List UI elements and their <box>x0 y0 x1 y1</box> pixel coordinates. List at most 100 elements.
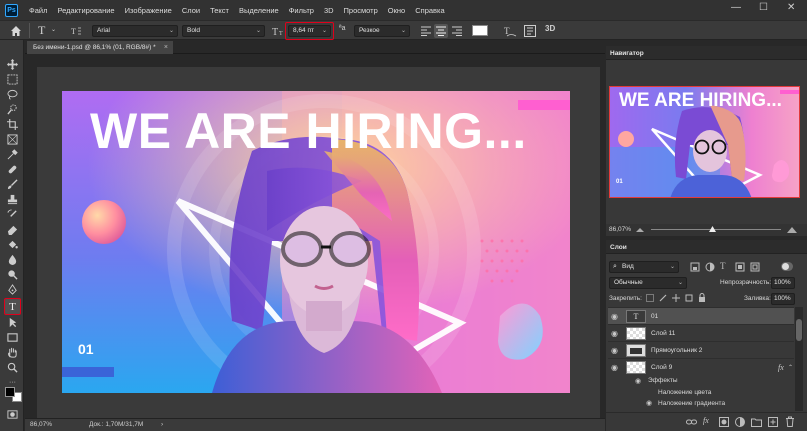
new-layer-icon[interactable] <box>768 417 778 427</box>
menu-select[interactable]: Выделение <box>234 6 284 15</box>
filter-shape-icon[interactable] <box>735 262 745 272</box>
menu-edit[interactable]: Редактирование <box>52 6 119 15</box>
opacity-input[interactable]: 100% <box>771 277 795 289</box>
align-right-icon[interactable] <box>452 26 462 36</box>
filter-adjustment-icon[interactable] <box>705 262 715 272</box>
quick-mask-button[interactable] <box>6 408 19 421</box>
crop-tool[interactable] <box>6 118 19 131</box>
menu-3d[interactable]: 3D <box>319 6 339 15</box>
effects-row[interactable]: ◉ Эффекты <box>608 376 794 388</box>
zoom-level[interactable]: 86,07% <box>30 419 52 431</box>
maximize-button[interactable]: ☐ <box>759 2 768 13</box>
zoom-tool[interactable] <box>6 361 19 374</box>
dodge-tool[interactable] <box>6 268 19 281</box>
new-group-icon[interactable] <box>751 417 762 427</box>
move-tool[interactable] <box>6 58 19 71</box>
menu-filter[interactable]: Фильтр <box>284 6 319 15</box>
lock-position-icon[interactable] <box>672 294 680 302</box>
gradient-tool[interactable] <box>6 238 19 251</box>
layer-filter-select[interactable]: ⌕ Вид ⌄ <box>609 261 679 273</box>
eye-icon[interactable]: ◉ <box>635 377 641 385</box>
clone-stamp-tool[interactable] <box>6 193 19 206</box>
fill-input[interactable]: 100% <box>771 293 795 305</box>
foreground-color-swatch[interactable] <box>5 387 15 397</box>
effect-gradient-overlay-row[interactable]: ◉ Наложение градиента <box>608 399 794 411</box>
layer-row-rectangle-2[interactable]: ◉ Прямоугольник 2 <box>608 341 794 358</box>
eye-icon[interactable]: ◉ <box>646 399 652 407</box>
lasso-tool[interactable] <box>6 88 19 101</box>
lock-transparent-icon[interactable] <box>646 294 654 302</box>
layer-row-layer-11[interactable]: ◉ Слой 11 <box>608 324 794 341</box>
zoom-slider-thumb[interactable] <box>709 226 716 232</box>
chevron-down-icon[interactable]: ⌄ <box>51 26 56 33</box>
eraser-tool[interactable] <box>6 223 19 236</box>
warp-text-icon[interactable]: T <box>504 25 517 37</box>
filter-smart-object-icon[interactable] <box>750 262 760 272</box>
frame-tool[interactable] <box>6 133 19 146</box>
document-tab[interactable]: Без имени-1.psd @ 86,1% (01, RGB/8#) * × <box>27 41 173 54</box>
rectangle-tool[interactable] <box>6 331 19 344</box>
layer-row-layer-9[interactable]: ◉ Слой 9 fx ⌃ <box>608 358 794 375</box>
font-style-select[interactable]: Bold ⌄ <box>182 25 265 37</box>
collapse-icon[interactable]: ⌃ <box>788 364 793 371</box>
filter-type-icon[interactable]: T <box>720 261 726 271</box>
minimize-button[interactable]: — <box>731 2 741 13</box>
history-brush-tool[interactable] <box>6 208 19 221</box>
fx-icon[interactable]: fx <box>778 363 784 372</box>
menu-view[interactable]: Просмотр <box>339 6 383 15</box>
toggle-orientation-icon[interactable]: T <box>71 26 82 36</box>
status-arrow-icon[interactable]: › <box>161 419 163 431</box>
filter-toggle[interactable] <box>781 262 793 271</box>
poster-canvas[interactable]: WE ARE HIRING... 01 <box>62 91 570 393</box>
navigator-preview[interactable]: WE ARE HIRING... 01 <box>609 86 800 198</box>
text-color-swatch[interactable] <box>472 25 488 36</box>
brush-tool[interactable] <box>6 178 19 191</box>
3d-button[interactable]: 3D <box>545 24 555 33</box>
type-tool[interactable]: T <box>4 298 21 315</box>
menu-layers[interactable]: Слои <box>177 6 205 15</box>
add-mask-icon[interactable] <box>719 417 729 427</box>
align-center-button[interactable] <box>434 24 448 38</box>
align-left-icon[interactable] <box>421 26 431 36</box>
blur-tool[interactable] <box>6 253 19 266</box>
menu-window[interactable]: Окно <box>383 6 410 15</box>
antialias-select[interactable]: Резкое ⌄ <box>354 25 410 37</box>
zoom-in-icon[interactable] <box>787 225 797 235</box>
eye-icon[interactable]: ◉ <box>611 346 618 355</box>
close-window-button[interactable]: ✕ <box>787 2 795 13</box>
font-size-input[interactable]: 8,64 пт ⌄ <box>288 25 331 37</box>
eye-icon[interactable]: ◉ <box>611 329 618 338</box>
menu-image[interactable]: Изображение <box>120 6 177 15</box>
lock-pixels-icon[interactable] <box>659 294 667 302</box>
filter-pixel-icon[interactable] <box>690 262 700 272</box>
eye-icon[interactable]: ◉ <box>611 312 618 321</box>
lock-artboard-icon[interactable] <box>685 294 693 302</box>
menu-help[interactable]: Справка <box>410 6 449 15</box>
layers-scrollbar[interactable] <box>795 307 803 411</box>
menu-file[interactable]: Файл <box>24 6 52 15</box>
eye-icon[interactable]: ◉ <box>611 363 618 372</box>
lock-all-icon[interactable] <box>698 293 706 302</box>
layers-scroll-thumb[interactable] <box>796 319 802 341</box>
close-tab-icon[interactable]: × <box>164 41 168 54</box>
link-layers-icon[interactable] <box>686 418 697 426</box>
hand-tool[interactable] <box>6 346 19 359</box>
quick-select-tool[interactable] <box>6 103 19 116</box>
eyedropper-tool[interactable] <box>6 148 19 161</box>
character-panel-icon[interactable] <box>524 25 536 37</box>
healing-brush-tool[interactable] <box>6 163 19 176</box>
type-tool-preset-icon[interactable]: T <box>38 23 45 38</box>
layer-row-01[interactable]: ◉ T 01 <box>608 307 794 324</box>
pen-tool[interactable] <box>6 283 19 296</box>
path-selection-tool[interactable] <box>6 316 19 329</box>
marquee-tool[interactable] <box>6 73 19 86</box>
adjustment-layer-icon[interactable] <box>735 417 745 427</box>
navigator-zoom-value[interactable]: 86,07% <box>609 226 631 233</box>
menu-type[interactable]: Текст <box>205 6 234 15</box>
blend-mode-select[interactable]: Обычные ⌄ <box>609 277 687 289</box>
add-style-icon[interactable]: fx <box>703 416 709 425</box>
zoom-out-icon[interactable] <box>636 226 644 234</box>
zoom-slider-track[interactable] <box>651 229 781 230</box>
home-icon[interactable] <box>10 25 22 37</box>
delete-layer-icon[interactable] <box>785 416 795 427</box>
